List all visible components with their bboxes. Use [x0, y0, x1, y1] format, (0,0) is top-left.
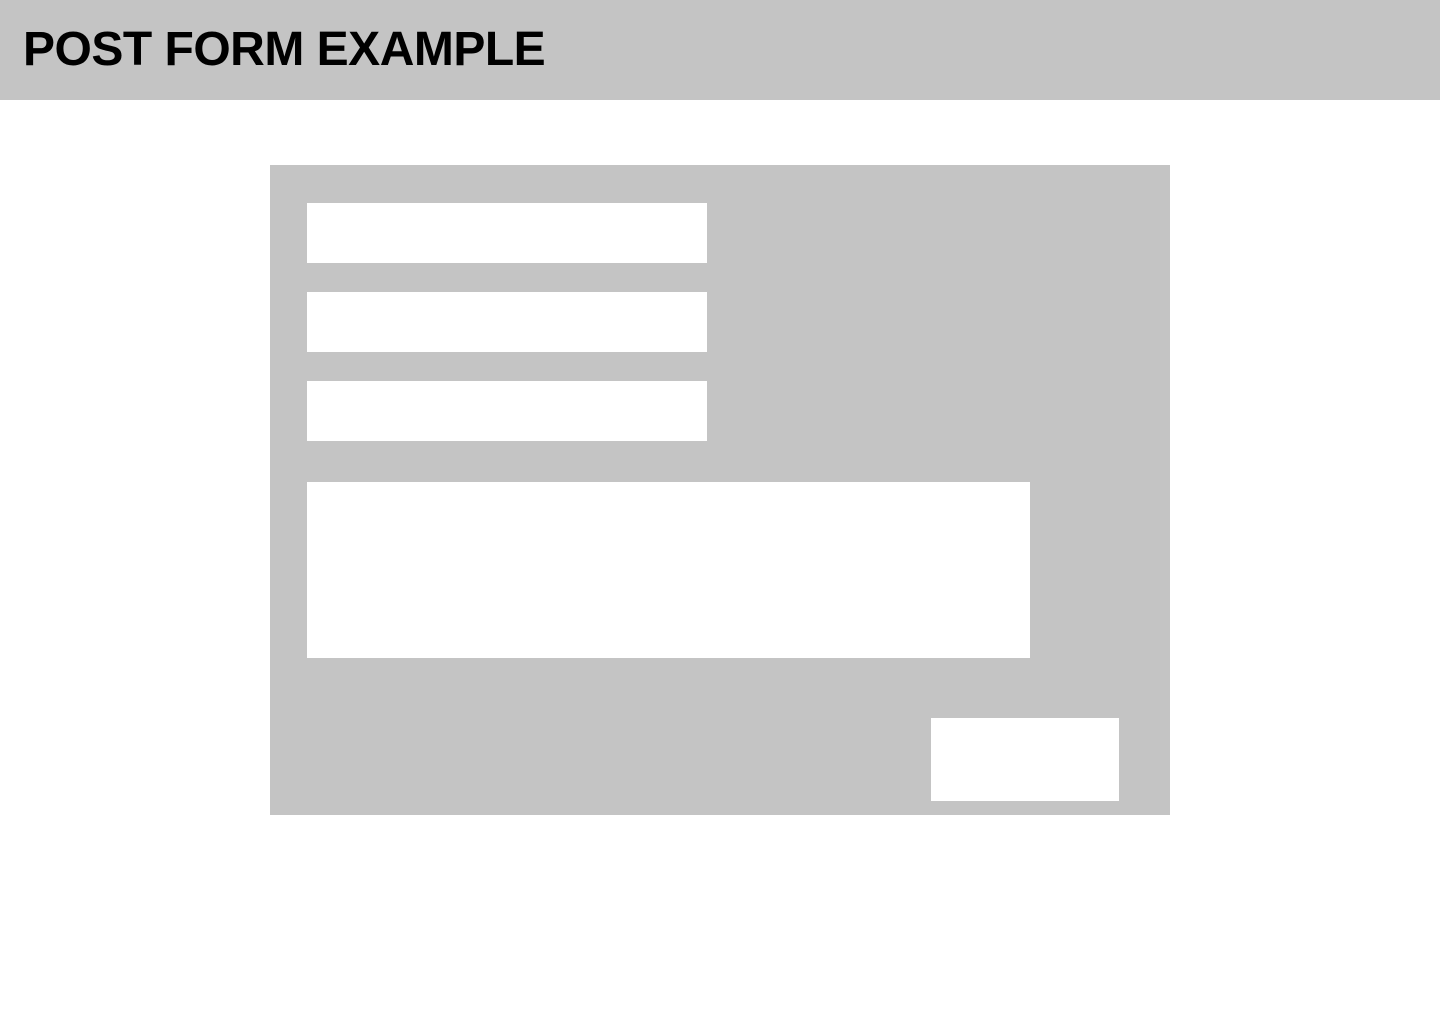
submit-button[interactable] — [931, 718, 1119, 801]
page: POST FORM EXAMPLE — [0, 0, 1440, 1024]
post-form — [270, 165, 1170, 815]
form-input-2[interactable] — [307, 292, 707, 352]
page-header: POST FORM EXAMPLE — [0, 0, 1440, 100]
page-title: POST FORM EXAMPLE — [23, 23, 546, 76]
form-input-3[interactable] — [307, 381, 707, 441]
message-textarea[interactable] — [307, 482, 1030, 658]
form-input-1[interactable] — [307, 203, 707, 263]
